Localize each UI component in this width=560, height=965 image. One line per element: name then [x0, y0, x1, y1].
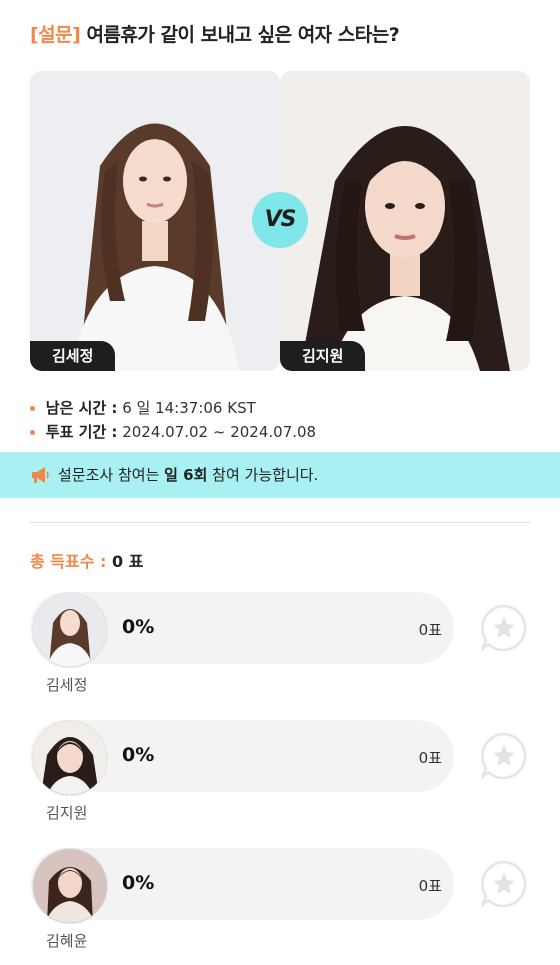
candidate-name: 김혜윤 — [46, 932, 88, 950]
vote-percent: 0% — [122, 872, 155, 894]
avatar-image — [33, 721, 107, 795]
vote-percent: 0% — [122, 744, 155, 766]
portrait-right-image — [280, 71, 530, 371]
favorite-star-icon[interactable] — [478, 602, 530, 654]
vs-badge: VS — [252, 192, 308, 248]
participation-notice: 설문조사 참여는 일 6회 참여 가능합니다. — [0, 452, 560, 498]
candidate-row: 0% 0표 김세정 — [30, 592, 560, 702]
notice-bold: 일 6회 — [164, 466, 208, 484]
total-votes: 총 득표수 : 0 표 — [30, 548, 143, 572]
candidate-name: 김세정 — [46, 676, 88, 694]
portrait-left-image — [30, 71, 280, 371]
avatar-image — [33, 593, 107, 667]
voting-period: 투표 기간 : 2024.07.02 ~ 2024.07.08 — [30, 421, 316, 442]
total-votes-value: 0 표 — [112, 552, 144, 571]
favorite-star-icon[interactable] — [478, 730, 530, 782]
remaining-time-label: 남은 시간 : — [45, 399, 118, 417]
vote-percent: 0% — [122, 616, 155, 638]
voting-period-value: 2024.07.02 ~ 2024.07.08 — [122, 423, 317, 441]
remaining-time-value: 6 일 14:37:06 KST — [122, 399, 256, 417]
candidate-name-badge-right: 김지원 — [280, 341, 366, 371]
notice-prefix: 설문조사 참여는 — [58, 466, 165, 484]
vote-count: 0표 — [418, 877, 442, 895]
favorite-star-icon[interactable] — [478, 858, 530, 910]
survey-tag: [설문] — [30, 24, 81, 46]
survey-question: 여름휴가 같이 보내고 싶은 여자 스타는? — [86, 24, 400, 46]
vote-count: 0표 — [418, 621, 442, 639]
avatar — [32, 720, 108, 796]
remaining-time: 남은 시간 : 6 일 14:37:06 KST — [30, 397, 256, 418]
survey-title: [설문] 여름휴가 같이 보내고 싶은 여자 스타는? — [30, 20, 400, 47]
avatar — [32, 592, 108, 668]
bullet-dot-icon — [30, 406, 35, 411]
candidate-row: 0% 0표 김혜윤 — [30, 848, 560, 958]
divider — [30, 522, 530, 523]
candidate-name-badge-left: 김세정 — [30, 341, 116, 371]
candidate-row: 0% 0표 김지원 — [30, 720, 560, 830]
candidate-photo-left[interactable]: 김세정 — [30, 71, 280, 371]
avatar-image — [33, 849, 107, 923]
candidate-name: 김지원 — [46, 804, 88, 822]
notice-text: 설문조사 참여는 일 6회 참여 가능합니다. — [58, 452, 318, 498]
voting-period-label: 투표 기간 : — [45, 423, 118, 441]
megaphone-icon — [32, 467, 49, 483]
total-votes-label: 총 득표수 : — [30, 552, 107, 571]
candidate-photo-right[interactable]: 김지원 — [280, 71, 530, 371]
avatar — [32, 848, 108, 924]
notice-suffix: 참여 가능합니다. — [207, 466, 319, 484]
vote-count: 0표 — [418, 749, 442, 767]
bullet-dot-icon — [30, 430, 35, 435]
